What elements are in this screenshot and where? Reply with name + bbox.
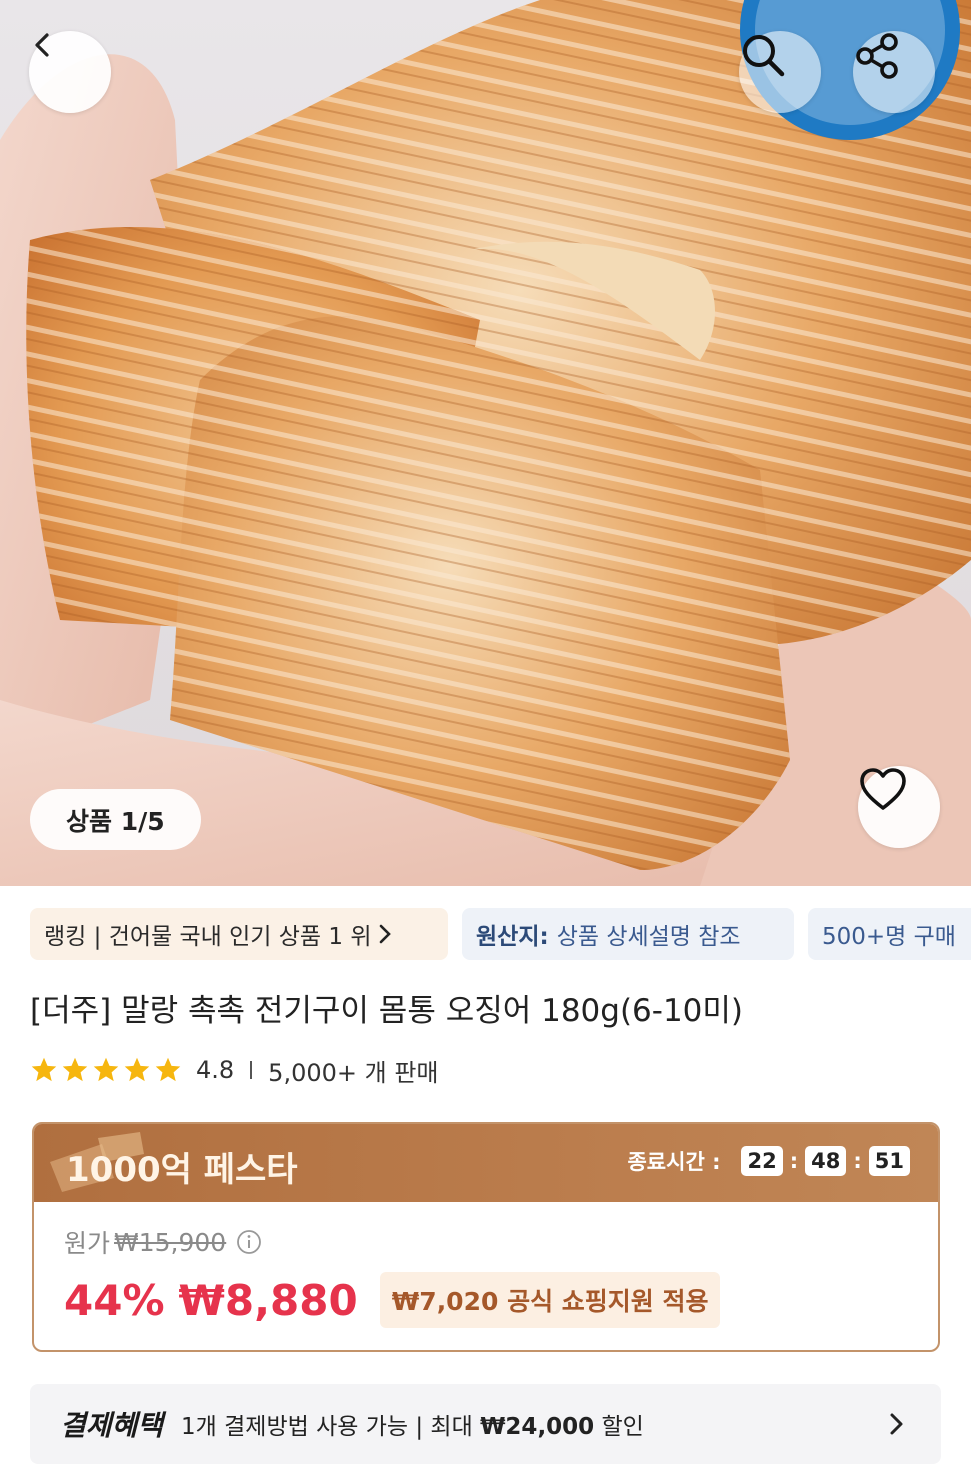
sold-count: 5,000+ 개 판매 bbox=[268, 1058, 439, 1087]
discount-rate: 44% bbox=[64, 1275, 165, 1325]
end-time-label: 종료시간 : bbox=[627, 1150, 721, 1174]
countdown-timer: 종료시간 : 22 : 48 : 51 bbox=[627, 1146, 910, 1176]
star-icon bbox=[62, 1057, 88, 1082]
origin-chip: 원산지: 상품 상세설명 참조 bbox=[462, 908, 794, 960]
share-icon bbox=[856, 33, 898, 79]
ranking-label: 랭킹 | 건어물 국내 인기 상품 1 위 bbox=[44, 924, 372, 950]
promo-title: 1000억 페스타 bbox=[66, 1150, 298, 1190]
timer-seconds: 51 bbox=[868, 1146, 910, 1176]
star-rating bbox=[30, 1056, 182, 1084]
image-counter: 상품 1/5 bbox=[30, 789, 201, 850]
buyers-chip: 500+명 구매 bbox=[808, 908, 971, 960]
wishlist-button[interactable] bbox=[858, 766, 940, 848]
original-price-label: 원가 bbox=[64, 1229, 111, 1258]
original-price: ₩15,900 bbox=[114, 1227, 227, 1257]
rating-row[interactable]: 4.8 5,000+ 개 판매 bbox=[30, 1053, 439, 1087]
search-icon bbox=[743, 35, 785, 77]
info-icon[interactable] bbox=[236, 1229, 262, 1255]
buyers-label: 500+명 구매 bbox=[822, 924, 956, 950]
ranking-chip[interactable]: 랭킹 | 건어물 국내 인기 상품 1 위 bbox=[30, 908, 448, 960]
payment-benefit-title: 결제혜택 bbox=[60, 1409, 164, 1442]
shopping-support-badge: ₩7,020 공식 쇼핑지원 적용 bbox=[379, 1272, 721, 1328]
back-button[interactable] bbox=[29, 31, 111, 113]
star-icon bbox=[31, 1057, 57, 1082]
original-price-row: 원가 ₩15,900 bbox=[64, 1224, 262, 1260]
rating-divider bbox=[250, 1061, 253, 1079]
timer-colon: : bbox=[789, 1149, 799, 1173]
chevron-right-icon bbox=[890, 1413, 903, 1435]
star-icon bbox=[93, 1057, 119, 1082]
timer-hours: 22 bbox=[741, 1146, 783, 1176]
timer-minutes: 48 bbox=[805, 1146, 847, 1176]
promo-box: 1000억 페스타 종료시간 : 22 : 48 : 51 원가 ₩15,900… bbox=[32, 1122, 940, 1352]
chevron-right-icon bbox=[380, 924, 392, 944]
back-arrow-icon bbox=[35, 33, 49, 57]
search-button[interactable] bbox=[739, 31, 821, 113]
rating-value: 4.8 bbox=[196, 1056, 235, 1084]
timer-colon: : bbox=[853, 1149, 862, 1173]
info-chips: 랭킹 | 건어물 국내 인기 상품 1 위 원산지: 상품 상세설명 참조 50… bbox=[0, 908, 971, 960]
payment-max-amount: ₩24,000 bbox=[480, 1414, 595, 1440]
dried-squid-photo bbox=[0, 0, 971, 886]
sale-price: ₩8,880 bbox=[178, 1275, 358, 1325]
payment-benefit-desc: 1개 결제방법 사용 가능 | 최대 ₩24,000 할인 bbox=[181, 1407, 644, 1441]
origin-value: 상품 상세설명 참조 bbox=[556, 924, 741, 950]
share-button[interactable] bbox=[853, 31, 935, 113]
promo-header: 1000억 페스타 종료시간 : 22 : 48 : 51 bbox=[34, 1124, 938, 1202]
star-icon bbox=[155, 1057, 181, 1082]
star-icon bbox=[124, 1057, 150, 1082]
heart-icon bbox=[860, 768, 906, 810]
payment-desc-suffix: 할인 bbox=[594, 1414, 644, 1440]
product-image[interactable]: 상품 1/5 bbox=[0, 0, 971, 886]
origin-label: 원산지: bbox=[476, 924, 549, 950]
payment-benefit-bar[interactable]: 결제혜택 1개 결제방법 사용 가능 | 최대 ₩24,000 할인 bbox=[30, 1384, 941, 1464]
payment-desc-prefix: 1개 결제방법 사용 가능 | 최대 bbox=[181, 1414, 481, 1440]
sale-price-row: 44% ₩8,880 ₩7,020 공식 쇼핑지원 적용 bbox=[64, 1272, 721, 1328]
product-title: [더주] 말랑 촉촉 전기구이 몸통 오징어 180g(6-10미) bbox=[30, 993, 744, 1029]
